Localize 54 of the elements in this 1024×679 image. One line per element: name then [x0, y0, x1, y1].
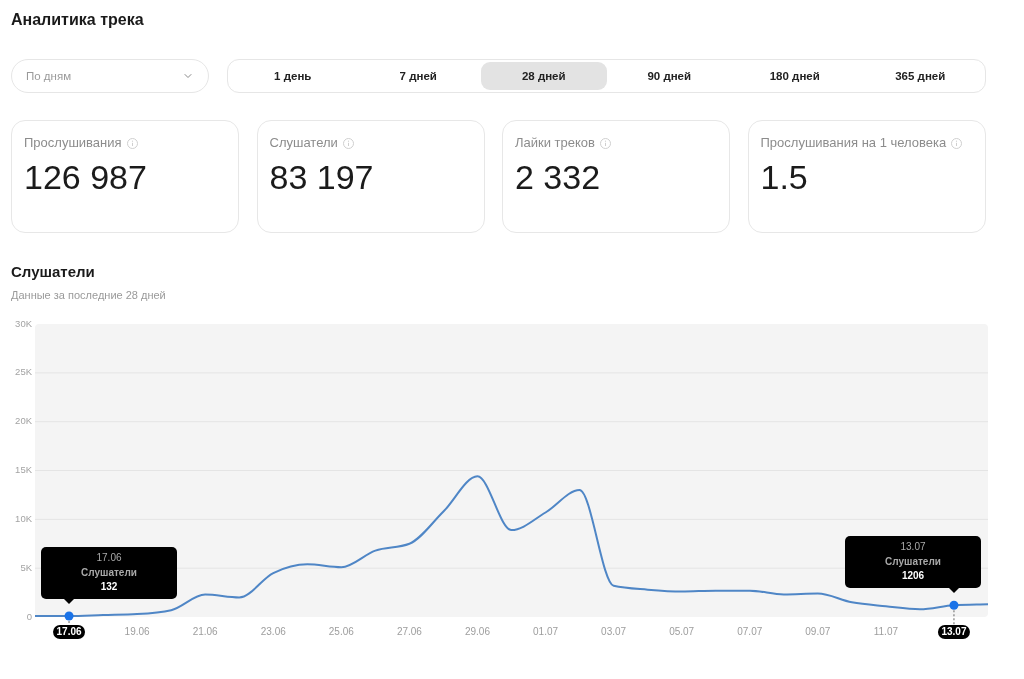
y-tick-label: 25K	[15, 366, 32, 378]
metric-label: Прослушивания на 1 человека	[760, 135, 947, 151]
section-title: Слушатели	[11, 263, 95, 281]
highlighted-date-label: 13.07	[937, 625, 970, 639]
x-tick-label: 07.07	[737, 625, 763, 637]
section-subtitle: Данные за последние 28 дней	[11, 288, 166, 302]
period-tab[interactable]: 90 дней	[606, 62, 732, 90]
y-tick-label: 0	[26, 610, 32, 622]
metric-value: 83 197	[269, 158, 374, 196]
highlighted-date-label: 17.06	[53, 625, 86, 639]
info-icon	[342, 137, 354, 149]
dashed-guide-line	[953, 609, 955, 626]
tooltip-value: 132	[100, 580, 118, 594]
y-tick-label: 15K	[15, 464, 32, 475]
y-tick-label: 30K	[15, 317, 32, 329]
x-tick-label: 11.07	[873, 625, 899, 637]
x-tick-label: 01.07	[533, 625, 559, 637]
page-title: Аналитика трека	[11, 10, 144, 30]
metric-value: 2 332	[515, 158, 601, 196]
x-tick-label: 19.06	[124, 625, 150, 637]
period-tab[interactable]: 180 дней	[732, 62, 858, 90]
x-tick-label: 21.06	[192, 625, 218, 637]
x-tick-label: 29.06	[464, 625, 490, 637]
x-tick-label: 25.06	[328, 625, 354, 637]
metric-label: Прослушивания	[24, 135, 122, 151]
metric-value: 126 987	[24, 158, 147, 196]
x-tick-label: 03.07	[601, 625, 627, 637]
metric-label: Лайки треков	[515, 135, 595, 151]
x-tick-label: 17.06	[56, 625, 82, 637]
tooltip-date: 17.06	[96, 551, 122, 565]
tooltip-date: 13.07	[900, 540, 926, 555]
info-icon	[599, 137, 611, 149]
dashed-guide-line	[68, 620, 70, 626]
metric-value: 1.5	[760, 158, 808, 196]
metric-label: Слушатели	[269, 135, 338, 151]
x-tick-label: 13.07	[941, 625, 967, 637]
tooltip-value: 1206	[901, 569, 925, 584]
y-tick-label: 5K	[20, 561, 32, 573]
info-icon	[126, 137, 138, 149]
point-marker-icon	[949, 600, 959, 610]
x-tick-label: 09.07	[805, 625, 831, 637]
x-tick-label: 27.06	[396, 625, 422, 637]
x-tick-label: 23.06	[260, 625, 286, 637]
point-marker-icon	[64, 611, 74, 621]
period-tab[interactable]: 7 дней	[355, 62, 481, 90]
y-tick-label: 20K	[15, 415, 32, 427]
tooltip-series-name: Слушатели	[81, 565, 137, 580]
period-tab[interactable]: 28 дней	[481, 62, 607, 90]
period-tab[interactable]: 365 дней	[857, 62, 983, 90]
tooltip-series-name: Слушатели	[885, 554, 941, 569]
period-tab[interactable]: 1 день	[230, 62, 356, 90]
x-tick-label: 05.07	[669, 625, 695, 637]
y-tick-label: 10K	[15, 512, 32, 524]
info-icon	[951, 137, 963, 149]
